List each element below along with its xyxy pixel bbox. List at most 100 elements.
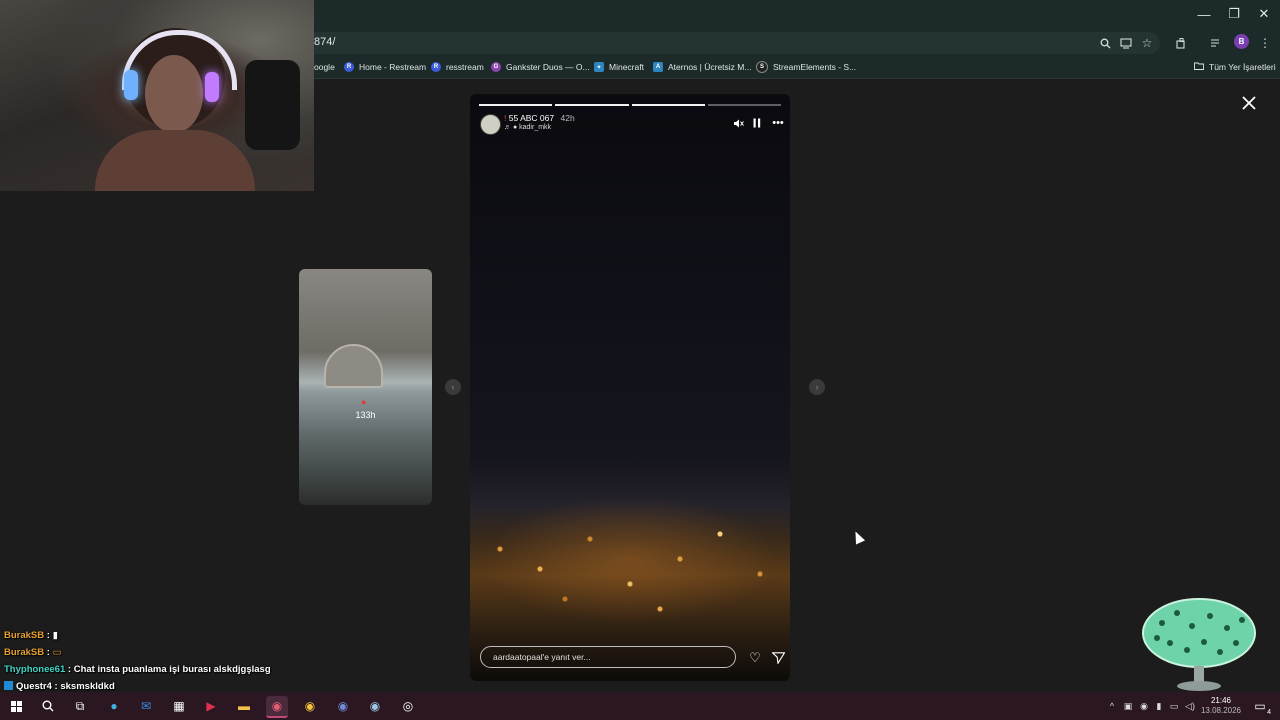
story-author[interactable]: ! 55 ABC 067 42h xyxy=(504,113,575,123)
mute-icon[interactable] xyxy=(730,115,746,131)
file-explorer-icon[interactable]: ▬ xyxy=(233,696,255,716)
stream-chat: BurakSB : ▮ BurakSB : ▭ Thyphonee61 : Ch… xyxy=(4,627,424,695)
location-pin-icon: ● xyxy=(361,397,367,407)
store-icon[interactable]: ▦ xyxy=(168,696,190,716)
side-story-time: 133h xyxy=(355,410,376,420)
system-clock[interactable]: 21:46 13.08.2026 xyxy=(1198,696,1244,716)
chat-message: BurakSB : ▮ xyxy=(4,627,424,644)
volume-icon[interactable]: ◁) xyxy=(1184,700,1196,712)
minecraft-icon: ✦ xyxy=(594,62,604,72)
story-image-city-night xyxy=(470,489,790,629)
story-author-avatar[interactable] xyxy=(480,114,501,135)
extensions-icon[interactable] xyxy=(1172,34,1190,52)
previous-story-card[interactable]: ● 133h xyxy=(299,269,432,505)
story-subtitle: kadir_mkk xyxy=(519,124,552,131)
badge-icon xyxy=(4,681,13,690)
headset-light xyxy=(124,70,138,100)
bookmark-minecraft[interactable]: ✦ Minecraft xyxy=(594,59,644,75)
bookmark-google[interactable]: oogle xyxy=(314,59,335,75)
story-username: 55 ABC 067 xyxy=(508,113,555,123)
headset-light xyxy=(205,72,219,102)
minimize-button[interactable]: — xyxy=(1188,0,1220,28)
steam-icon[interactable]: ◉ xyxy=(364,696,386,716)
bookmark-aternos[interactable]: A Aternos | Ücretsiz M... xyxy=(653,59,751,75)
chat-separator: : xyxy=(44,630,53,641)
microphone-icon xyxy=(245,60,300,150)
media-player-icon[interactable]: ▶ xyxy=(200,696,222,716)
progress-segment xyxy=(707,104,781,106)
url-text: 874/ xyxy=(314,36,336,48)
bookmark-resstream[interactable]: R resstream xyxy=(431,59,484,75)
chat-text: ▮ xyxy=(52,630,58,641)
progress-segment xyxy=(555,104,629,106)
close-story-button[interactable] xyxy=(1238,93,1260,115)
bookmark-gankster[interactable]: G Gankster Duos — O... xyxy=(491,59,590,75)
story-progress-bar xyxy=(479,104,781,106)
restore-button[interactable]: ❐ xyxy=(1218,0,1250,28)
flag-icon: ! xyxy=(504,113,507,123)
active-story[interactable]: ! 55 ABC 067 42h ♬ ● kadir_mkk ••• ♡ xyxy=(470,94,790,681)
bookmark-label: Aternos | Ücretsiz M... xyxy=(668,62,752,72)
bookmark-label: Minecraft xyxy=(609,62,644,72)
chat-text: ▭ xyxy=(52,647,62,658)
streamelements-icon: S xyxy=(756,61,768,73)
reply-input[interactable] xyxy=(480,646,736,668)
story-time: 42h xyxy=(560,113,575,123)
progress-segment xyxy=(479,104,553,106)
zoom-icon[interactable] xyxy=(1096,34,1114,52)
headset-icon xyxy=(122,30,237,90)
search-icon[interactable] xyxy=(37,696,59,716)
chat-separator: : xyxy=(44,647,53,658)
chat-separator: : xyxy=(65,664,74,675)
windows-taskbar: ⧉ ● ✉ ▦ ▶ ▬ ◉ ◉ ◉ ◉ ◎ ^ ▣ ◉ ▮ ▭ ◁) 21:46… xyxy=(0,692,1280,720)
like-heart-icon[interactable]: ♡ xyxy=(746,649,764,667)
tray-chrome-icon[interactable]: ◉ xyxy=(1138,700,1150,712)
all-bookmarks-label: Tüm Yer İşaretleri xyxy=(1209,62,1276,72)
restream-icon: R xyxy=(344,62,354,72)
notifications-icon[interactable]: ▭ 4 xyxy=(1249,696,1271,716)
media-control-icon[interactable] xyxy=(1207,34,1225,52)
bookmark-streamelements[interactable]: S StreamElements - S... xyxy=(756,59,856,75)
profile-avatar[interactable]: B xyxy=(1234,34,1249,49)
chat-username: Questr4 xyxy=(16,681,52,692)
bookmark-star-icon[interactable]: ☆ xyxy=(1138,34,1156,52)
chat-username: Thyphonee61 xyxy=(4,664,66,675)
bookmark-label: resstream xyxy=(446,62,484,72)
discord-icon[interactable]: ◉ xyxy=(332,696,354,716)
address-bar[interactable]: 874/ xyxy=(300,32,1160,54)
more-options-icon[interactable]: ••• xyxy=(770,115,786,131)
next-story-arrow[interactable]: › xyxy=(809,379,825,395)
chrome-profile-icon[interactable]: ◉ xyxy=(266,696,288,718)
pause-icon[interactable] xyxy=(749,115,765,131)
send-icon[interactable] xyxy=(769,649,787,667)
close-window-button[interactable]: ✕ xyxy=(1248,0,1280,28)
mail-icon[interactable]: ✉ xyxy=(135,696,157,716)
progress-segment xyxy=(631,104,705,106)
goblet-overlay-icon xyxy=(1142,598,1256,691)
chat-username: BurakSB xyxy=(4,647,45,658)
webcam-body xyxy=(95,130,255,191)
tray-app-icon[interactable]: ▣ xyxy=(1122,700,1134,712)
all-bookmarks-folder[interactable]: Tüm Yer İşaretleri xyxy=(1194,59,1276,75)
bookmark-home-restream[interactable]: R Home - Restream xyxy=(344,59,426,75)
edge-icon[interactable]: ● xyxy=(103,696,125,716)
obs-icon[interactable]: ◎ xyxy=(397,696,419,716)
windows-start-icon[interactable] xyxy=(5,696,27,716)
menu-kebab-icon[interactable]: ⋮ xyxy=(1256,34,1274,52)
clock-date: 13.08.2026 xyxy=(1200,706,1242,715)
aternos-icon: A xyxy=(653,62,663,72)
bookmark-label: Gankster Duos — O... xyxy=(506,62,590,72)
story-music-credit[interactable]: ♬ ● kadir_mkk xyxy=(504,124,551,131)
chrome-icon[interactable]: ◉ xyxy=(299,696,321,716)
tray-chevron-icon[interactable]: ^ xyxy=(1106,700,1118,712)
previous-story-arrow[interactable]: ‹ xyxy=(445,379,461,395)
tray-mic-icon[interactable]: ▮ xyxy=(1153,700,1165,712)
chat-username: BurakSB xyxy=(4,630,45,641)
restream-icon: R xyxy=(431,62,441,72)
story-thumbnail-arch xyxy=(324,344,383,388)
folder-icon xyxy=(1194,62,1204,72)
chat-text: sksmskldkd xyxy=(60,681,115,692)
task-view-icon[interactable]: ⧉ xyxy=(69,696,91,716)
install-app-icon[interactable] xyxy=(1117,34,1135,52)
network-icon[interactable]: ▭ xyxy=(1168,700,1180,712)
